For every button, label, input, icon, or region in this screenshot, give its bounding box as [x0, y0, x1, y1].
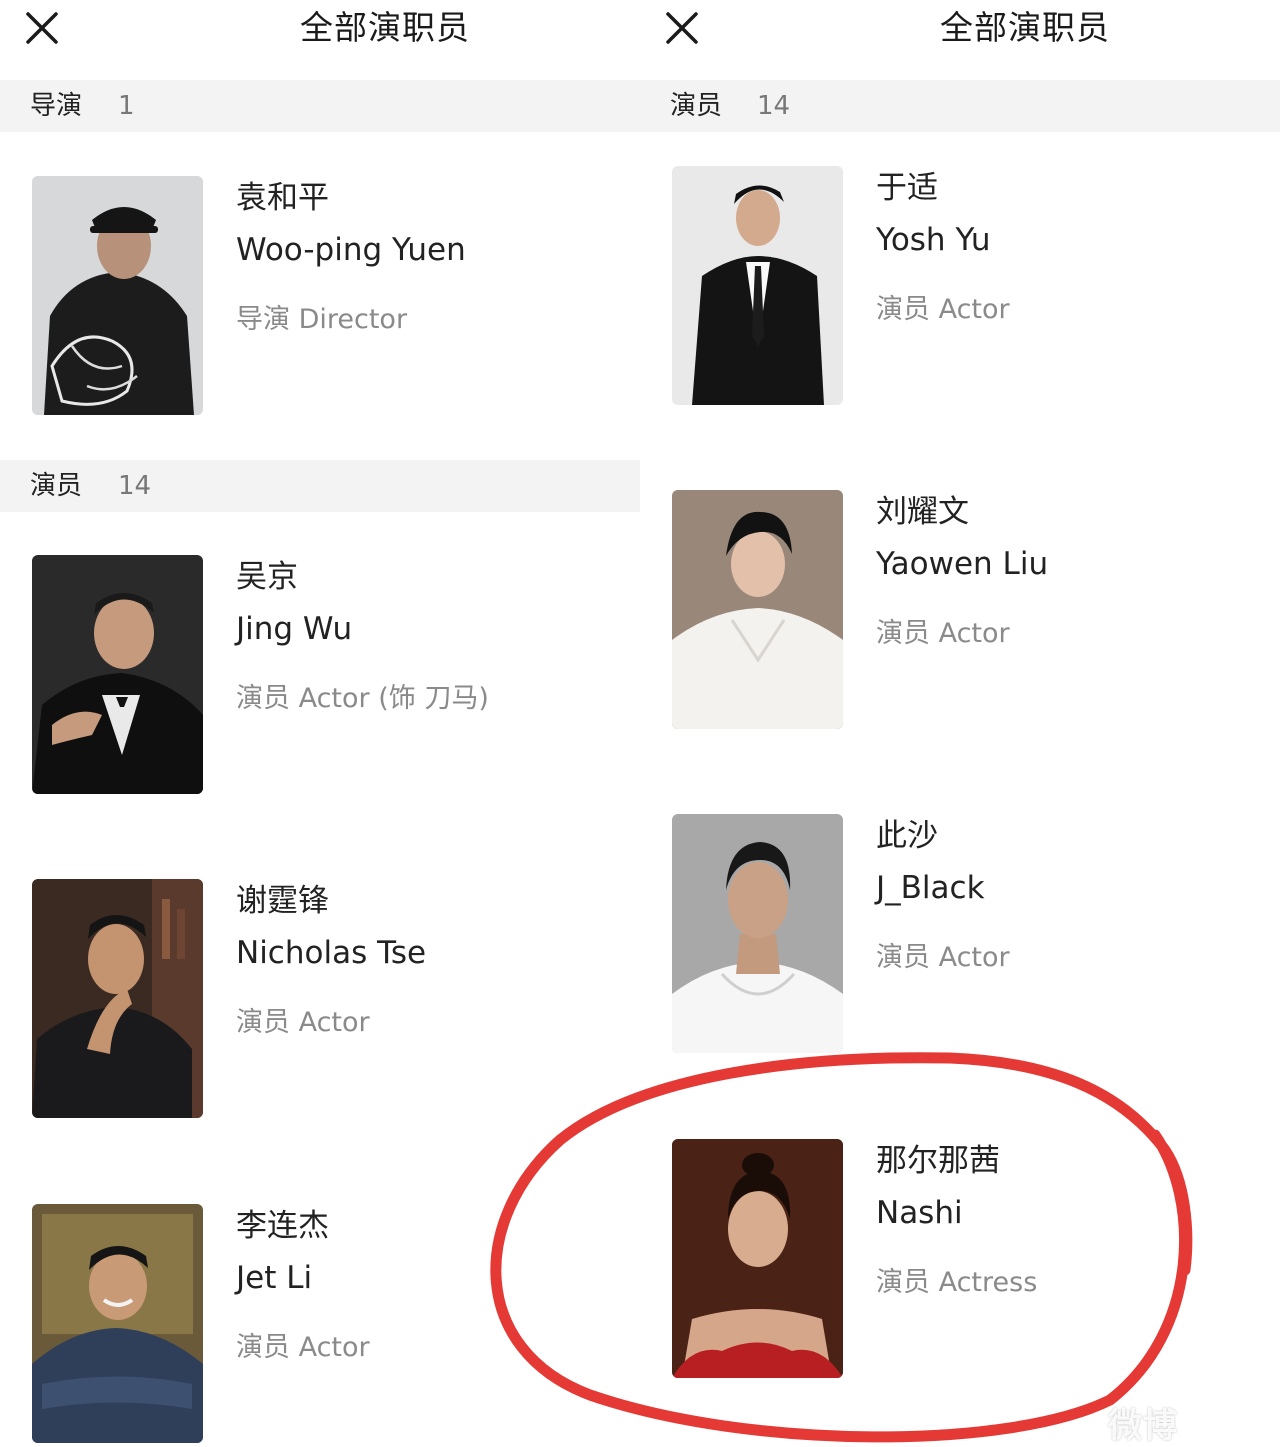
cast-list-panel-right: 全部演职员 演员 14 于适 Yosh Yu 演员 Actor 刘耀文 Yaow…	[640, 0, 1280, 1447]
section-count: 1	[118, 91, 135, 121]
person-name-chinese: 袁和平	[236, 180, 329, 216]
avatar	[32, 555, 203, 794]
person-name-chinese: 此沙	[876, 818, 938, 854]
person-card-nashi[interactable]: 那尔那茜 Nashi 演员 Actress	[672, 1139, 1232, 1379]
person-name-english: Nicholas Tse	[236, 935, 427, 971]
person-role: 演员 Actor	[876, 942, 1010, 973]
person-name-english: Yaowen Liu	[876, 546, 1049, 582]
person-name-chinese: 那尔那茜	[876, 1143, 1000, 1179]
person-name-chinese: 刘耀文	[876, 494, 969, 530]
watermark: 微博	[1108, 1406, 1178, 1446]
person-role: 演员 Actress	[876, 1267, 1038, 1298]
person-card-nicholas-tse[interactable]: 谢霆锋 Nicholas Tse 演员 Actor	[32, 879, 592, 1119]
person-name-english: J_Black	[876, 870, 985, 906]
person-name-chinese: 于适	[876, 170, 938, 206]
person-name-english: Jet Li	[236, 1260, 313, 1296]
person-card-j-black[interactable]: 此沙 J_Black 演员 Actor	[672, 814, 1232, 1054]
person-role: 演员 Actor	[876, 294, 1010, 325]
person-name-english: Woo-ping Yuen	[236, 232, 466, 268]
person-name-chinese: 吴京	[236, 559, 298, 595]
person-role: 演员 Actor	[236, 1007, 370, 1038]
person-name-english: Jing Wu	[236, 611, 353, 647]
section-count: 14	[118, 471, 152, 501]
person-name-chinese: 李连杰	[236, 1208, 329, 1244]
section-header-director: 导演 1	[0, 80, 640, 132]
page-title: 全部演职员	[940, 8, 1110, 47]
person-card-woo-ping-yuen[interactable]: 袁和平 Woo-ping Yuen 导演 Director	[32, 176, 592, 416]
avatar	[32, 1204, 203, 1443]
person-name-english: Yosh Yu	[876, 222, 991, 258]
person-card-jing-wu[interactable]: 吴京 Jing Wu 演员 Actor (饰 刀马)	[32, 555, 592, 795]
person-role: 演员 Actor	[876, 618, 1010, 649]
avatar	[672, 814, 843, 1053]
avatar	[32, 879, 203, 1118]
person-role: 演员 Actor (饰 刀马)	[236, 683, 489, 714]
section-header-actors: 演员 14	[640, 80, 1280, 132]
person-role: 演员 Actor	[236, 1332, 370, 1363]
person-card-yaowen-liu[interactable]: 刘耀文 Yaowen Liu 演员 Actor	[672, 490, 1232, 730]
section-title: 导演	[30, 91, 83, 121]
avatar	[672, 490, 843, 729]
person-card-yosh-yu[interactable]: 于适 Yosh Yu 演员 Actor	[672, 166, 1232, 406]
person-card-jet-li[interactable]: 李连杰 Jet Li 演员 Actor	[32, 1204, 592, 1444]
section-title: 演员	[670, 91, 723, 121]
person-name-english: Nashi	[876, 1195, 963, 1231]
avatar	[672, 1139, 843, 1378]
section-count: 14	[757, 91, 791, 121]
person-name-chinese: 谢霆锋	[236, 883, 329, 919]
section-header-actors: 演员 14	[0, 460, 640, 512]
header: 全部演职员	[0, 0, 640, 80]
cast-list-panel-left: 全部演职员 导演 1 袁和平 Woo-ping Yuen 导演 Director…	[0, 0, 640, 1447]
page-title: 全部演职员	[300, 8, 470, 47]
avatar	[32, 176, 203, 415]
person-role: 导演 Director	[236, 304, 408, 335]
section-title: 演员	[30, 471, 83, 501]
avatar	[672, 166, 843, 405]
header: 全部演职员	[640, 0, 1280, 80]
